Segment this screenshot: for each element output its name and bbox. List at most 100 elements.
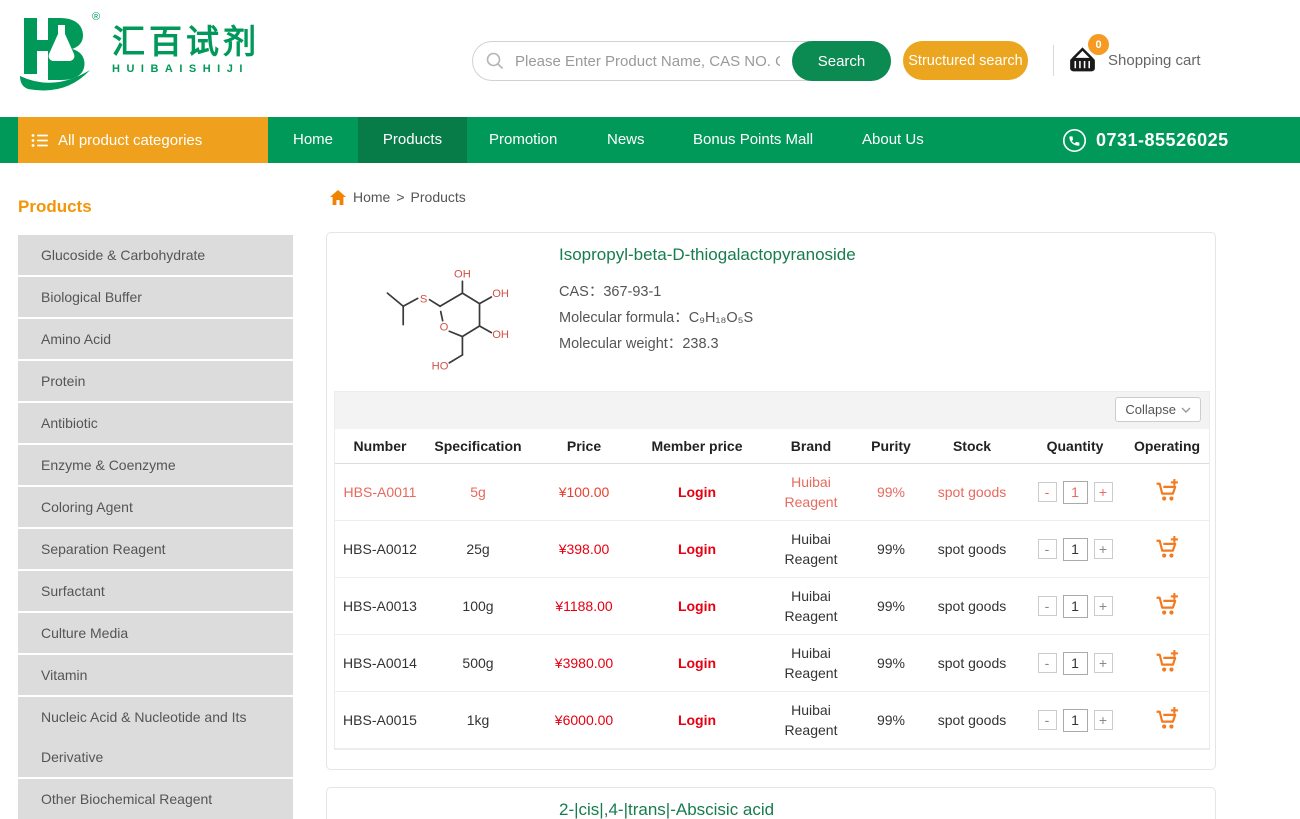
table-row: HBS-A0014 500g ¥3980.00 Login Huibai Rea… [335, 635, 1209, 692]
svg-text:OH: OH [454, 268, 471, 280]
svg-text:S: S [420, 293, 427, 305]
add-cart-icon [1155, 650, 1180, 673]
quantity-value[interactable]: 1 [1063, 538, 1088, 561]
increase-button[interactable]: + [1094, 710, 1113, 730]
decrease-button[interactable]: - [1038, 710, 1057, 730]
quantity-value[interactable]: 1 [1063, 481, 1088, 504]
cart-count-badge: 0 [1088, 34, 1109, 55]
logo-text: 汇百试剂 HUIBAISHIJI [112, 10, 260, 75]
quantity-stepper: - 1 + [1027, 481, 1123, 504]
decrease-button[interactable]: - [1038, 596, 1057, 616]
breadcrumb-separator: > [396, 189, 404, 205]
increase-button[interactable]: + [1094, 596, 1113, 616]
row-number[interactable]: HBS-A0012 [335, 541, 425, 557]
increase-button[interactable]: + [1094, 653, 1113, 673]
sidebar-item-amino-acid[interactable]: Amino Acid [18, 319, 293, 359]
row-price: ¥398.00 [531, 541, 637, 557]
table-row: HBS-A0015 1kg ¥6000.00 Login Huibai Reag… [335, 692, 1209, 749]
row-operating [1123, 707, 1211, 733]
row-purity: 99% [865, 712, 917, 728]
molecule-structure-image: SO OHOH OHHO [365, 251, 523, 376]
nav-item-news[interactable]: News [607, 117, 645, 163]
sidebar-item-protein[interactable]: Protein [18, 361, 293, 401]
increase-button[interactable]: + [1094, 482, 1113, 502]
col-brand: Brand [757, 438, 865, 454]
nav-item-products[interactable]: Products [358, 117, 467, 163]
structured-search-button[interactable]: Structured search [903, 41, 1028, 80]
login-link[interactable]: Login [637, 598, 757, 614]
row-number[interactable]: HBS-A0013 [335, 598, 425, 614]
nav-item-about-us[interactable]: About Us [862, 117, 924, 163]
product-title-link[interactable]: 2-|cis|,4-|trans|-Abscisic acid [559, 800, 774, 819]
row-specification: 500g [425, 655, 531, 671]
row-number[interactable]: HBS-A0015 [335, 712, 425, 728]
row-purity: 99% [865, 655, 917, 671]
row-stock: spot goods [917, 484, 1027, 500]
sidebar-item-culture-media[interactable]: Culture Media [18, 613, 293, 653]
nav-item-promotion[interactable]: Promotion [489, 117, 557, 163]
svg-text:OH: OH [492, 288, 509, 300]
quantity-value[interactable]: 1 [1063, 652, 1088, 675]
decrease-button[interactable]: - [1038, 482, 1057, 502]
product-formula: Molecular formula：C₉H₁₈O₅S [559, 306, 753, 327]
breadcrumb-home[interactable]: Home [353, 189, 390, 205]
sidebar-item-vitamin[interactable]: Vitamin [18, 655, 293, 695]
row-brand: Huibai Reagent [757, 472, 865, 512]
add-to-cart-button[interactable] [1155, 707, 1180, 733]
brand-text: Huibai Reagent [778, 643, 844, 683]
sidebar-item-coloring-agent[interactable]: Coloring Agent [18, 487, 293, 527]
sidebar-item-separation-reagent[interactable]: Separation Reagent [18, 529, 293, 569]
brand-text: Huibai Reagent [778, 529, 844, 569]
collapse-button[interactable]: Collapse [1115, 397, 1201, 422]
row-brand: Huibai Reagent [757, 700, 865, 740]
sidebar-item-surfactant[interactable]: Surfactant [18, 571, 293, 611]
row-brand: Huibai Reagent [757, 529, 865, 569]
nav-item-bonus-points-mall[interactable]: Bonus Points Mall [693, 117, 813, 163]
add-to-cart-button[interactable] [1155, 650, 1180, 676]
sidebar-item-biological-buffer[interactable]: Biological Buffer [18, 277, 293, 317]
row-operating [1123, 479, 1211, 505]
quantity-value[interactable]: 1 [1063, 709, 1088, 732]
login-link[interactable]: Login [637, 655, 757, 671]
decrease-button[interactable]: - [1038, 539, 1057, 559]
row-price: ¥6000.00 [531, 712, 637, 728]
login-link[interactable]: Login [637, 541, 757, 557]
sidebar-item-antibiotic[interactable]: Antibiotic [18, 403, 293, 443]
home-icon [330, 190, 346, 205]
formula-value: C₉H₁₈O₅S [689, 310, 753, 326]
logo[interactable]: ® 汇百试剂 HUIBAISHIJI [18, 10, 260, 98]
quantity-stepper: - 1 + [1027, 709, 1123, 732]
product-title-link[interactable]: Isopropyl-beta-D-thiogalactopyranoside [559, 245, 856, 265]
shopping-cart[interactable]: 0 Shopping cart [1066, 40, 1201, 80]
row-number[interactable]: HBS-A0011 [335, 484, 425, 500]
product-card: SO OHOH OHHO Isopropyl-beta-D-thiogalact… [326, 232, 1216, 770]
login-link[interactable]: Login [637, 484, 757, 500]
brand-text: Huibai Reagent [778, 586, 844, 626]
sidebar-item-enzyme-coenzyme[interactable]: Enzyme & Coenzyme [18, 445, 293, 485]
svg-text:O: O [440, 322, 449, 334]
table-header-row: Number Specification Price Member price … [335, 429, 1209, 464]
row-number[interactable]: HBS-A0014 [335, 655, 425, 671]
sidebar-item-glucoside[interactable]: Glucoside & Carbohydrate [18, 235, 293, 275]
nav-item-home[interactable]: Home [293, 117, 333, 163]
all-categories-button[interactable]: All product categories [18, 117, 268, 163]
row-specification: 1kg [425, 712, 531, 728]
svg-text:®: ® [92, 11, 100, 23]
next-product-card: 2-|cis|,4-|trans|-Abscisic acid [326, 787, 1216, 819]
add-to-cart-button[interactable] [1155, 536, 1180, 562]
row-operating [1123, 536, 1211, 562]
sidebar-item-other-biochemical[interactable]: Other Biochemical Reagent [18, 779, 293, 819]
add-to-cart-button[interactable] [1155, 593, 1180, 619]
sidebar-item-nucleic-acid[interactable]: Nucleic Acid & Nucleotide and Its Deriva… [18, 697, 293, 777]
header-divider [1053, 45, 1054, 76]
row-purity: 99% [865, 541, 917, 557]
quantity-value[interactable]: 1 [1063, 595, 1088, 618]
decrease-button[interactable]: - [1038, 653, 1057, 673]
col-quantity: Quantity [1027, 438, 1123, 454]
product-weight: Molecular weight：238.3 [559, 332, 719, 353]
increase-button[interactable]: + [1094, 539, 1113, 559]
search-button[interactable]: Search [792, 41, 891, 81]
add-to-cart-button[interactable] [1155, 479, 1180, 505]
login-link[interactable]: Login [637, 712, 757, 728]
col-purity: Purity [865, 438, 917, 454]
